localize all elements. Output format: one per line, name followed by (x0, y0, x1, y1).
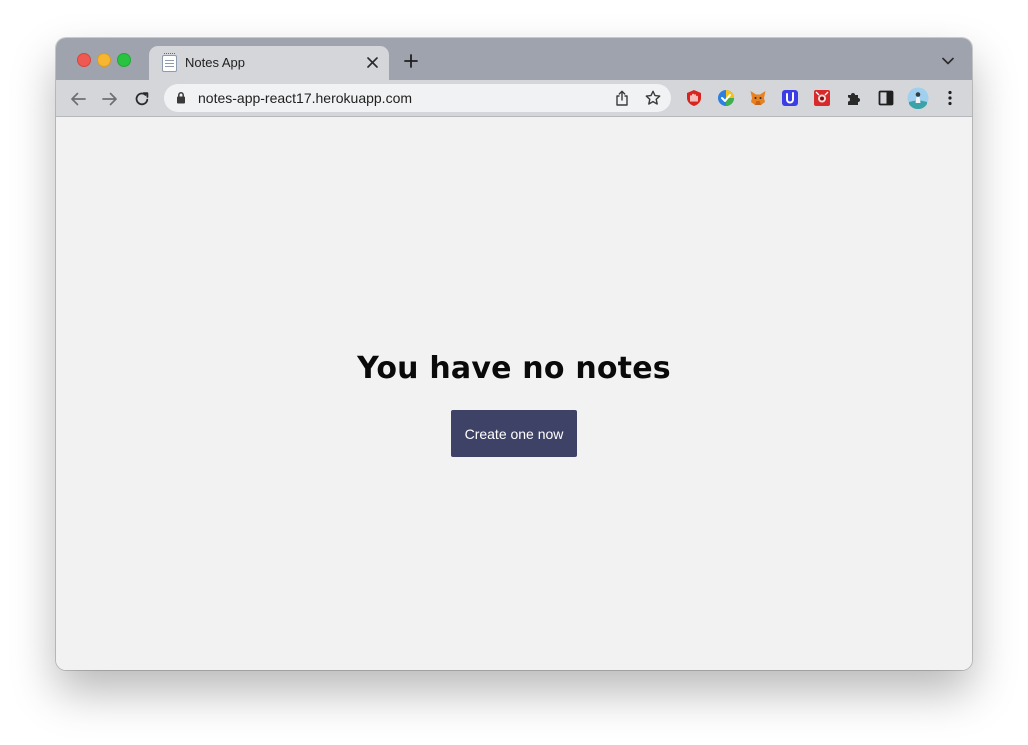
profile-avatar[interactable] (907, 87, 929, 109)
puzzle-extensions-icon[interactable] (845, 89, 863, 107)
window-maximize-button[interactable] (117, 53, 131, 67)
empty-state-title: You have no notes (357, 351, 671, 386)
new-tab-plus-icon[interactable] (402, 52, 420, 70)
window-minimize-button[interactable] (97, 53, 111, 67)
share-icon[interactable] (613, 89, 631, 107)
close-tab-icon[interactable] (363, 53, 381, 71)
blue-u-extension-icon[interactable] (781, 89, 799, 107)
colorful-extension-icon[interactable] (717, 89, 735, 107)
window-close-button[interactable] (77, 53, 91, 67)
arrow-left-icon[interactable] (68, 89, 88, 109)
reload-icon[interactable] (132, 89, 152, 109)
browser-toolbar: notes-app-react17.herokuapp.com (56, 80, 972, 117)
red-extension-icon[interactable] (813, 89, 831, 107)
tab-title: Notes App (185, 55, 245, 70)
kebab-menu-icon[interactable] (941, 89, 959, 107)
url-text[interactable]: notes-app-react17.herokuapp.com (198, 90, 412, 106)
address-bar[interactable]: notes-app-react17.herokuapp.com (164, 84, 671, 112)
tab-notes-app[interactable]: Notes App (149, 46, 389, 80)
browser-window: Notes App notes-app-react17.herokuapp.co… (56, 38, 972, 670)
tab-strip: Notes App (56, 38, 972, 80)
metamask-fox-icon[interactable] (749, 89, 767, 107)
notepad-icon (162, 53, 177, 72)
ublock-extension-icon[interactable] (685, 89, 703, 107)
lock-icon[interactable] (176, 91, 186, 109)
create-note-button[interactable]: Create one now (451, 410, 577, 457)
chevron-down-icon[interactable] (940, 53, 956, 69)
side-panel-icon[interactable] (877, 89, 895, 107)
star-icon[interactable] (644, 89, 662, 107)
page-content: You have no notes Create one now (56, 117, 972, 670)
arrow-right-icon[interactable] (100, 89, 120, 109)
